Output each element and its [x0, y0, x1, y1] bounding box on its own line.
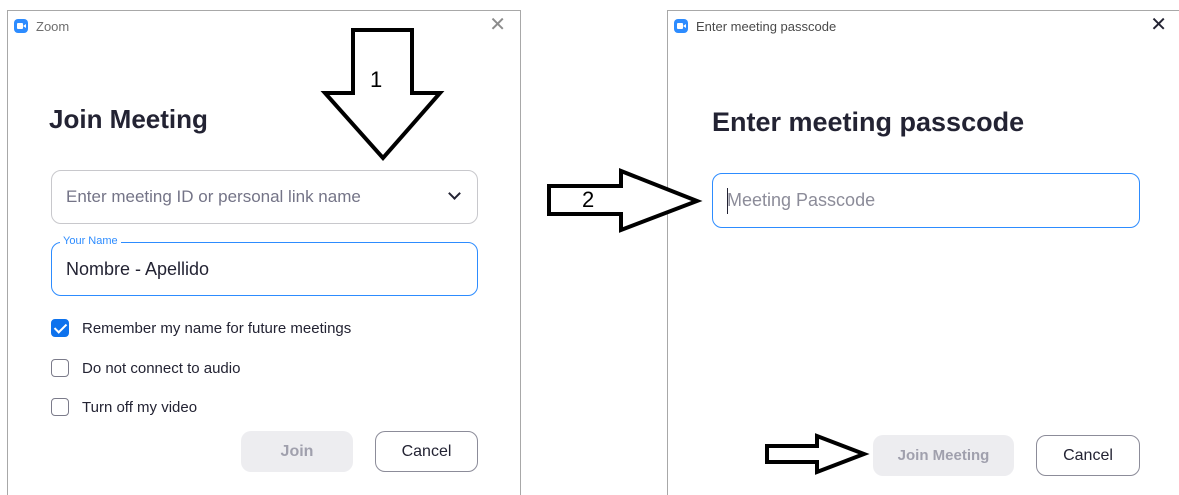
step-1-label: 1: [370, 67, 383, 92]
step-2-label: 2: [582, 187, 595, 212]
annotation-arrows: [320, 28, 870, 475]
join-arrow-annotation: [765, 433, 870, 475]
down-arrow-annotation: [320, 28, 445, 162]
right-arrow-annotation: [547, 168, 703, 233]
